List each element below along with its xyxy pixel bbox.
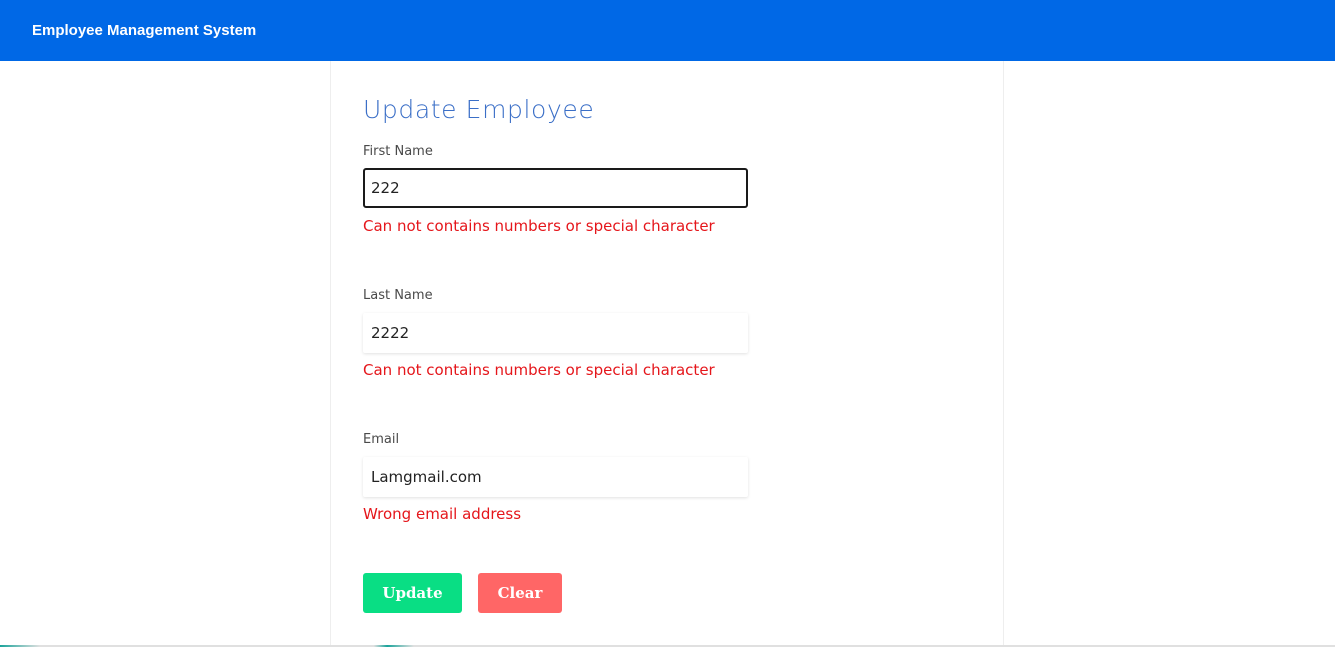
- last-name-field[interactable]: [363, 313, 748, 353]
- top-navbar: Employee Management System: [0, 0, 1335, 61]
- first-name-field[interactable]: [363, 168, 748, 208]
- update-employee-panel: Update Employee First Name Can not conta…: [330, 61, 1004, 647]
- last-name-label: Last Name: [363, 288, 433, 303]
- last-name-error: Can not contains numbers or special char…: [363, 361, 715, 379]
- email-field[interactable]: [363, 457, 748, 497]
- email-error: Wrong email address: [363, 505, 522, 523]
- app-brand[interactable]: Employee Management System: [32, 22, 256, 39]
- clear-button[interactable]: Clear: [478, 573, 562, 613]
- page-title: Update Employee: [363, 95, 595, 124]
- email-label: Email: [363, 432, 400, 447]
- update-button[interactable]: Update: [363, 573, 462, 613]
- first-name-label: First Name: [363, 144, 433, 159]
- first-name-error: Can not contains numbers or special char…: [363, 217, 715, 235]
